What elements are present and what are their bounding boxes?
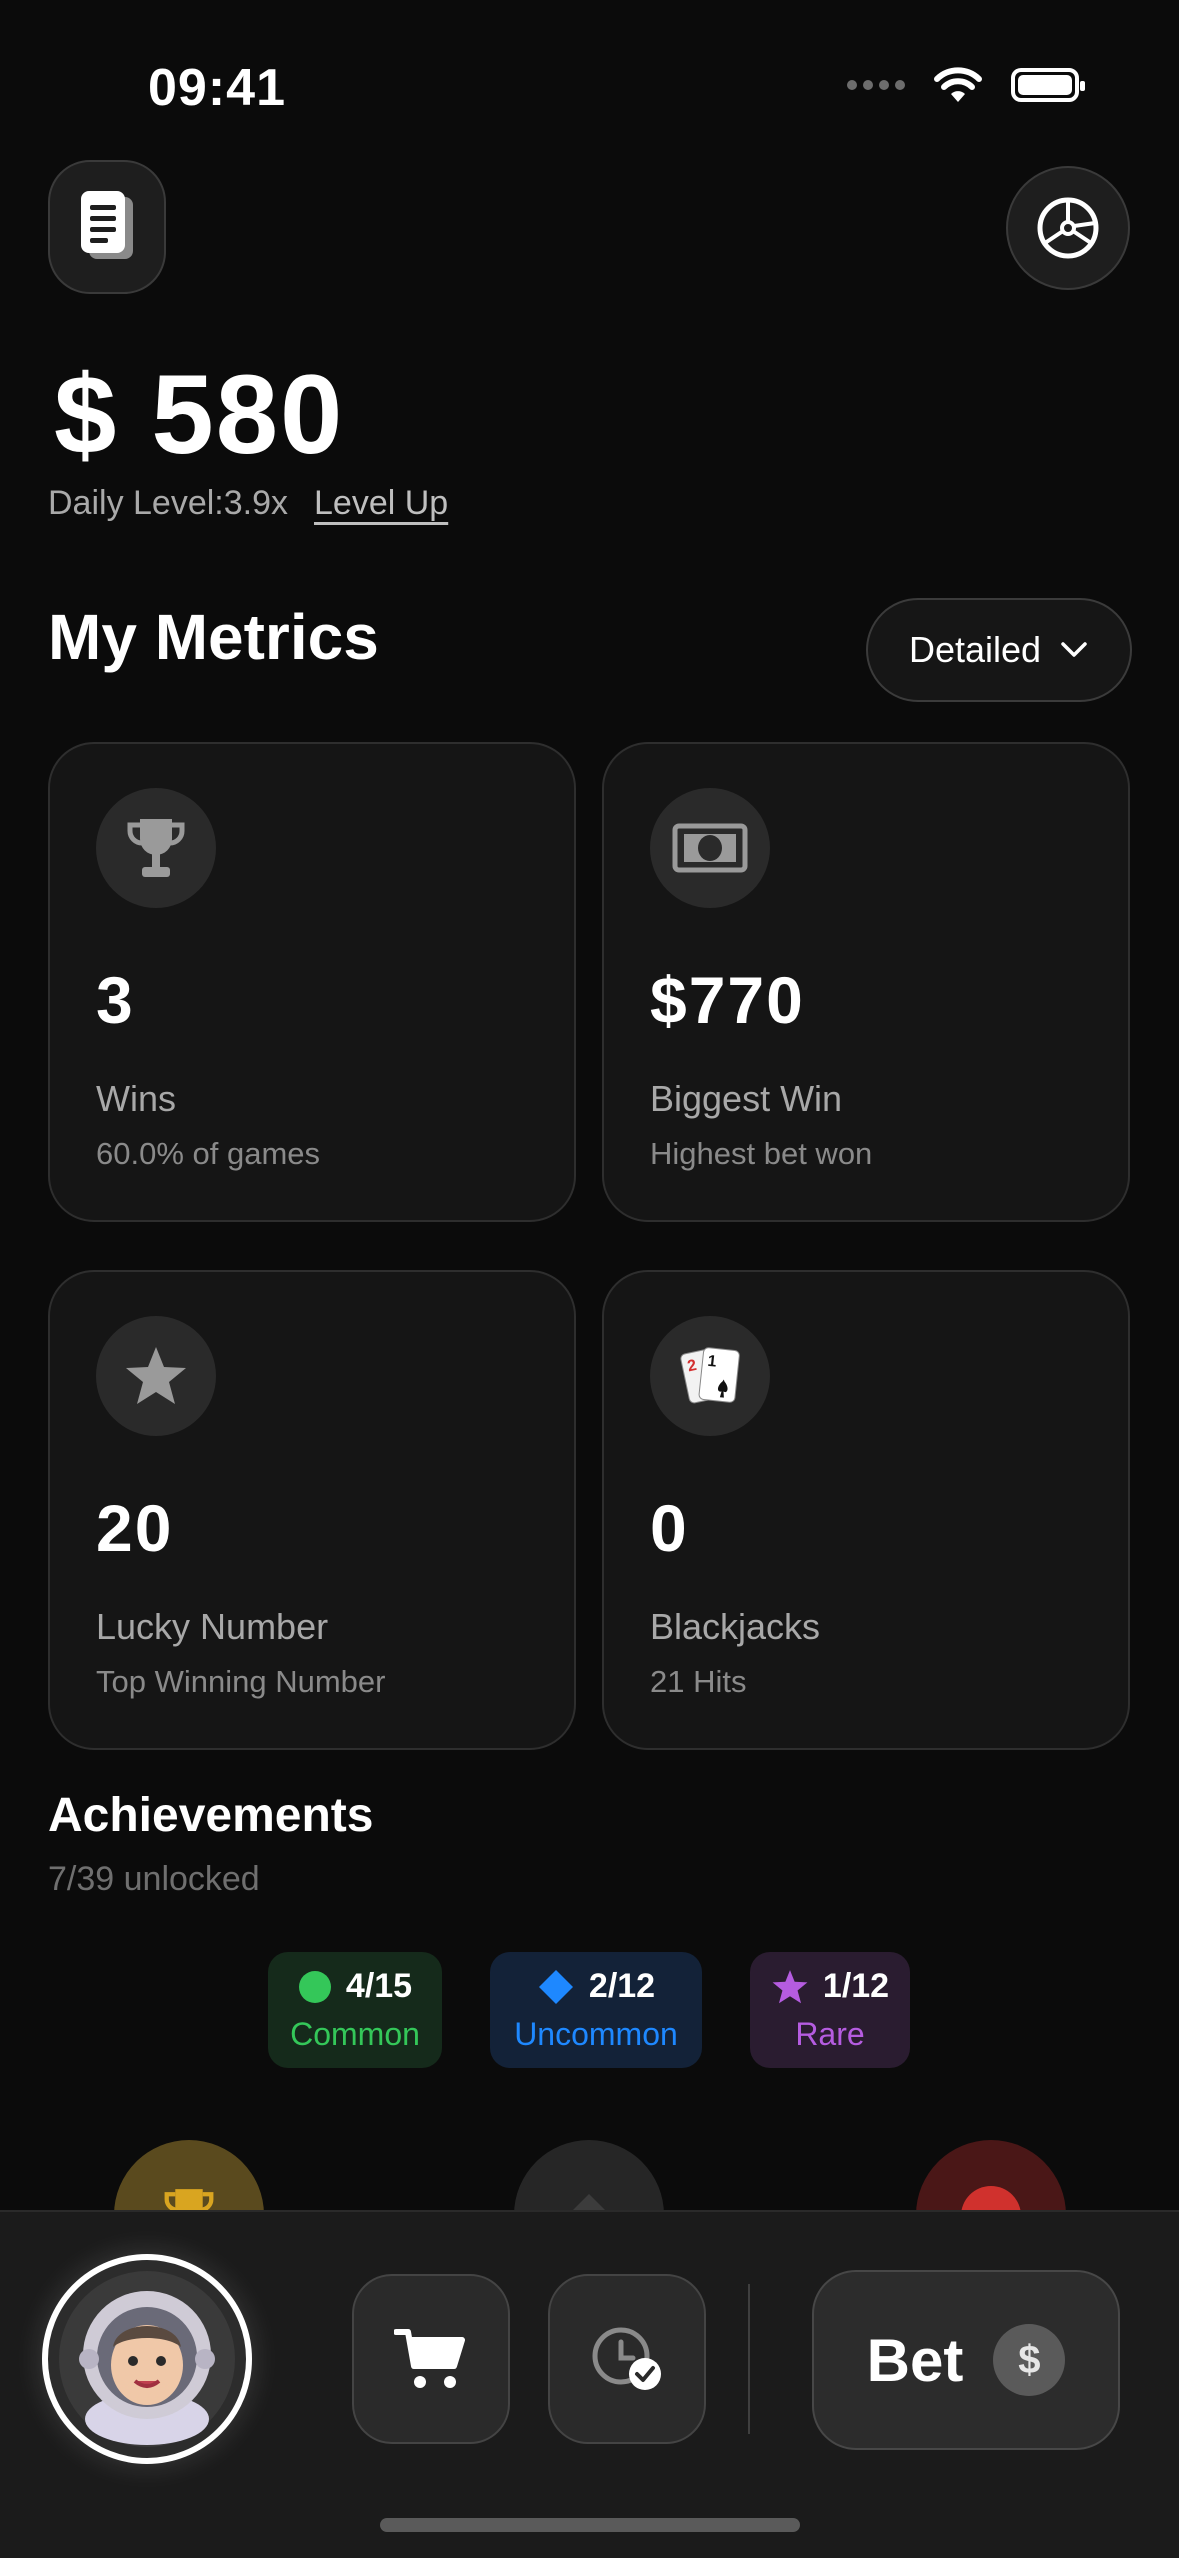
steering-wheel-icon xyxy=(1037,197,1099,259)
svg-text:1: 1 xyxy=(707,1353,718,1371)
balance-amount: $ 580 xyxy=(54,352,345,477)
chevron-down-icon xyxy=(1061,642,1087,657)
metric-card-lucky-number: 20 Lucky Number Top Winning Number xyxy=(48,1270,576,1750)
rules-button[interactable] xyxy=(48,160,166,294)
status-time: 09:41 xyxy=(148,59,286,117)
tier-count: 1/12 xyxy=(822,1967,890,2005)
dollar-coin-icon: $ xyxy=(993,2324,1066,2396)
status-icons xyxy=(847,66,1085,104)
daily-level-row: Daily Level:3.9x Level Up xyxy=(48,484,448,523)
metric-label: Wins xyxy=(96,1078,176,1119)
daily-level-text: Daily Level:3.9x xyxy=(48,484,289,522)
bet-button[interactable]: Bet $ xyxy=(812,2270,1120,2450)
playing-cards-icon: 2 1 xyxy=(650,1316,770,1436)
achievements-progress: 7/39 unlocked xyxy=(48,1860,260,1898)
home-indicator[interactable] xyxy=(380,2518,800,2532)
wifi-icon xyxy=(934,67,982,102)
metric-sub: 60.0% of games xyxy=(96,1136,321,1171)
tier-badge-common[interactable]: 4/15 Common xyxy=(268,1952,442,2068)
view-mode-label: Detailed xyxy=(908,629,1042,670)
cart-icon xyxy=(394,2329,465,2388)
metric-card-biggest-win: $770 Biggest Win Highest bet won xyxy=(602,742,1130,1222)
trophy-icon xyxy=(96,788,216,908)
metric-value: 0 xyxy=(650,1491,689,1565)
star-icon xyxy=(772,1969,808,2003)
settings-button[interactable] xyxy=(1006,166,1130,290)
document-icon xyxy=(81,191,133,259)
clock-check-icon xyxy=(592,2327,661,2390)
view-mode-dropdown[interactable]: Detailed xyxy=(866,598,1132,702)
banknote-icon xyxy=(650,788,770,908)
metric-card-wins: 3 Wins 60.0% of games xyxy=(48,742,576,1222)
cellular-signal-icon xyxy=(847,80,905,90)
metric-card-blackjacks: 2 1 0 Blackjacks 21 Hits xyxy=(602,1270,1130,1750)
metric-value: $770 xyxy=(650,963,805,1037)
circle-icon xyxy=(298,1970,331,2003)
divider xyxy=(748,2284,750,2434)
tier-badge-uncommon[interactable]: 2/12 Uncommon xyxy=(490,1952,702,2068)
tier-badge-rare[interactable]: 1/12 Rare xyxy=(750,1952,910,2068)
bet-label: Bet xyxy=(866,2326,964,2394)
astronaut-avatar-icon xyxy=(59,2271,235,2447)
tier-name: Uncommon xyxy=(514,2016,678,2052)
metric-label: Biggest Win xyxy=(650,1078,843,1119)
tier-count: 2/12 xyxy=(588,1967,656,2005)
achievements-title: Achievements xyxy=(48,1789,374,1842)
metric-sub: 21 Hits xyxy=(650,1664,747,1699)
history-button[interactable] xyxy=(548,2274,706,2444)
metric-value: 3 xyxy=(96,963,135,1037)
tier-count: 4/15 xyxy=(345,1967,413,2005)
metric-label: Blackjacks xyxy=(650,1606,821,1647)
shop-button[interactable] xyxy=(352,2274,510,2444)
metric-sub: Highest bet won xyxy=(650,1136,873,1171)
metrics-title: My Metrics xyxy=(48,601,379,673)
tier-name: Common xyxy=(290,2016,420,2052)
level-up-link[interactable]: Level Up xyxy=(314,484,448,523)
metric-label: Lucky Number xyxy=(96,1606,329,1647)
avatar-button[interactable] xyxy=(42,2254,252,2464)
star-icon xyxy=(96,1316,216,1436)
metric-sub: Top Winning Number xyxy=(96,1664,386,1699)
metric-value: 20 xyxy=(96,1491,174,1565)
diamond-icon xyxy=(538,1969,573,2004)
tier-name: Rare xyxy=(795,2016,865,2052)
battery-icon xyxy=(1011,68,1085,102)
